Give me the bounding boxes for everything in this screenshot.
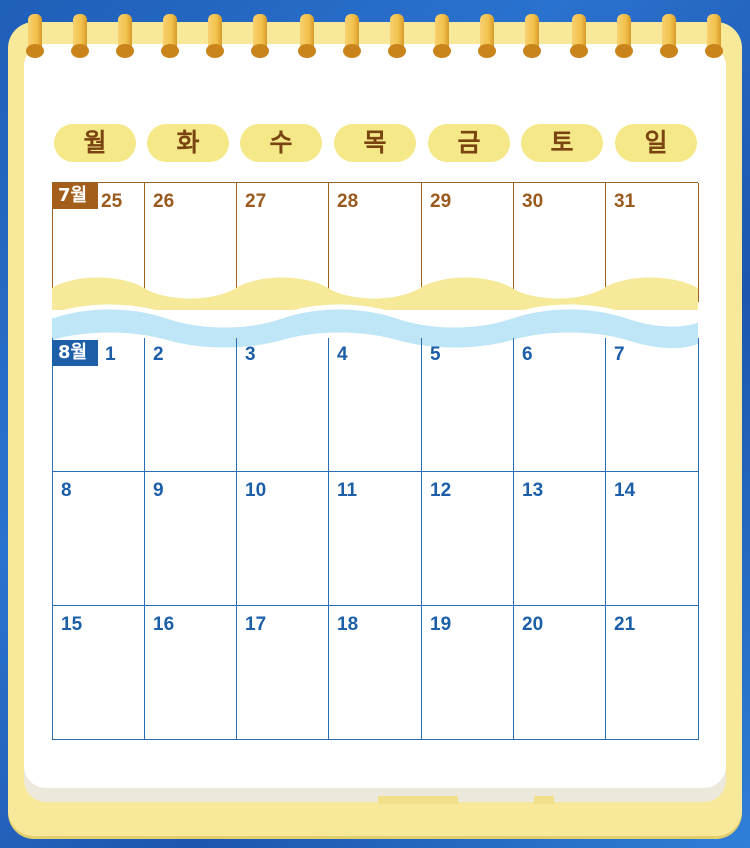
day-cell[interactable]: 14 [606, 472, 699, 606]
day-number: 19 [430, 614, 452, 635]
spiral-ring-icon [705, 14, 723, 58]
day-number: 16 [153, 614, 175, 635]
day-cell[interactable]: 15 [53, 606, 145, 740]
day-cell[interactable]: 8 [53, 472, 145, 606]
spiral-ring-icon [161, 14, 179, 58]
weekday-label: 목 [334, 124, 416, 162]
day-cell[interactable]: 7 [606, 338, 699, 472]
day-cell[interactable]: 11 [329, 472, 422, 606]
day-number: 7 [614, 344, 625, 365]
day-number: 5 [430, 344, 441, 365]
day-number: 28 [337, 191, 359, 212]
day-cell[interactable]: 19 [422, 606, 514, 740]
day-number: 20 [522, 614, 544, 635]
spiral-ring-icon [298, 14, 316, 58]
month-label-july: 7월 [52, 183, 98, 209]
day-cell[interactable]: 18 [329, 606, 422, 740]
day-cell[interactable]: 2 [145, 338, 237, 472]
spiral-ring-icon [116, 14, 134, 58]
day-cell[interactable]: 5 [422, 338, 514, 472]
weekday-label: 일 [615, 124, 697, 162]
day-cell[interactable]: 6 [514, 338, 606, 472]
day-number: 11 [337, 480, 358, 501]
day-cell[interactable]: 4 [329, 338, 422, 472]
paper-tab [534, 796, 554, 804]
day-number: 1 [105, 344, 116, 365]
day-cell[interactable]: 9 [145, 472, 237, 606]
day-cell[interactable]: 16 [145, 606, 237, 740]
day-cell[interactable]: 10 [237, 472, 329, 606]
spiral-ring-icon [251, 14, 269, 58]
day-number: 15 [61, 614, 83, 635]
day-number: 30 [522, 191, 544, 212]
weekday-label: 토 [521, 124, 603, 162]
day-number: 3 [245, 344, 256, 365]
paper-tab [378, 796, 458, 804]
spiral-ring-icon [615, 14, 633, 58]
spiral-ring-icon [26, 14, 44, 58]
august-grid: 1 2 3 4 5 6 7 8 9 10 11 12 13 14 15 16 17 18 19 20 21 [52, 338, 699, 740]
spiral-ring-icon [570, 14, 588, 58]
day-number: 18 [337, 614, 359, 635]
day-number: 14 [614, 480, 636, 501]
day-number: 31 [614, 191, 636, 212]
day-number: 26 [153, 191, 175, 212]
day-number: 27 [245, 191, 267, 212]
day-number: 21 [614, 614, 636, 635]
day-number: 6 [522, 344, 533, 365]
spiral-ring-icon [343, 14, 361, 58]
weekday-label: 금 [428, 124, 510, 162]
day-cell[interactable]: 12 [422, 472, 514, 606]
weekday-label: 수 [240, 124, 322, 162]
day-cell[interactable]: 13 [514, 472, 606, 606]
spiral-ring-icon [388, 14, 406, 58]
day-number: 25 [101, 191, 123, 212]
day-number: 13 [522, 480, 544, 501]
day-number: 4 [337, 344, 348, 365]
day-cell[interactable]: 21 [606, 606, 699, 740]
day-number: 9 [153, 480, 164, 501]
day-cell[interactable]: 3 [237, 338, 329, 472]
weekday-label: 월 [54, 124, 136, 162]
spiral-ring-icon [206, 14, 224, 58]
spiral-ring-icon [660, 14, 678, 58]
spiral-ring-icon [478, 14, 496, 58]
day-cell[interactable]: 17 [237, 606, 329, 740]
day-number: 17 [245, 614, 267, 635]
day-number: 10 [245, 480, 267, 501]
spiral-ring-icon [433, 14, 451, 58]
day-number: 12 [430, 480, 452, 501]
day-cell[interactable]: 20 [514, 606, 606, 740]
weekday-label: 화 [147, 124, 229, 162]
spiral-ring-icon [71, 14, 89, 58]
spiral-ring-icon [523, 14, 541, 58]
day-number: 8 [61, 480, 72, 501]
day-number: 2 [153, 344, 164, 365]
month-label-august: 8월 [52, 340, 98, 366]
day-number: 29 [430, 191, 452, 212]
